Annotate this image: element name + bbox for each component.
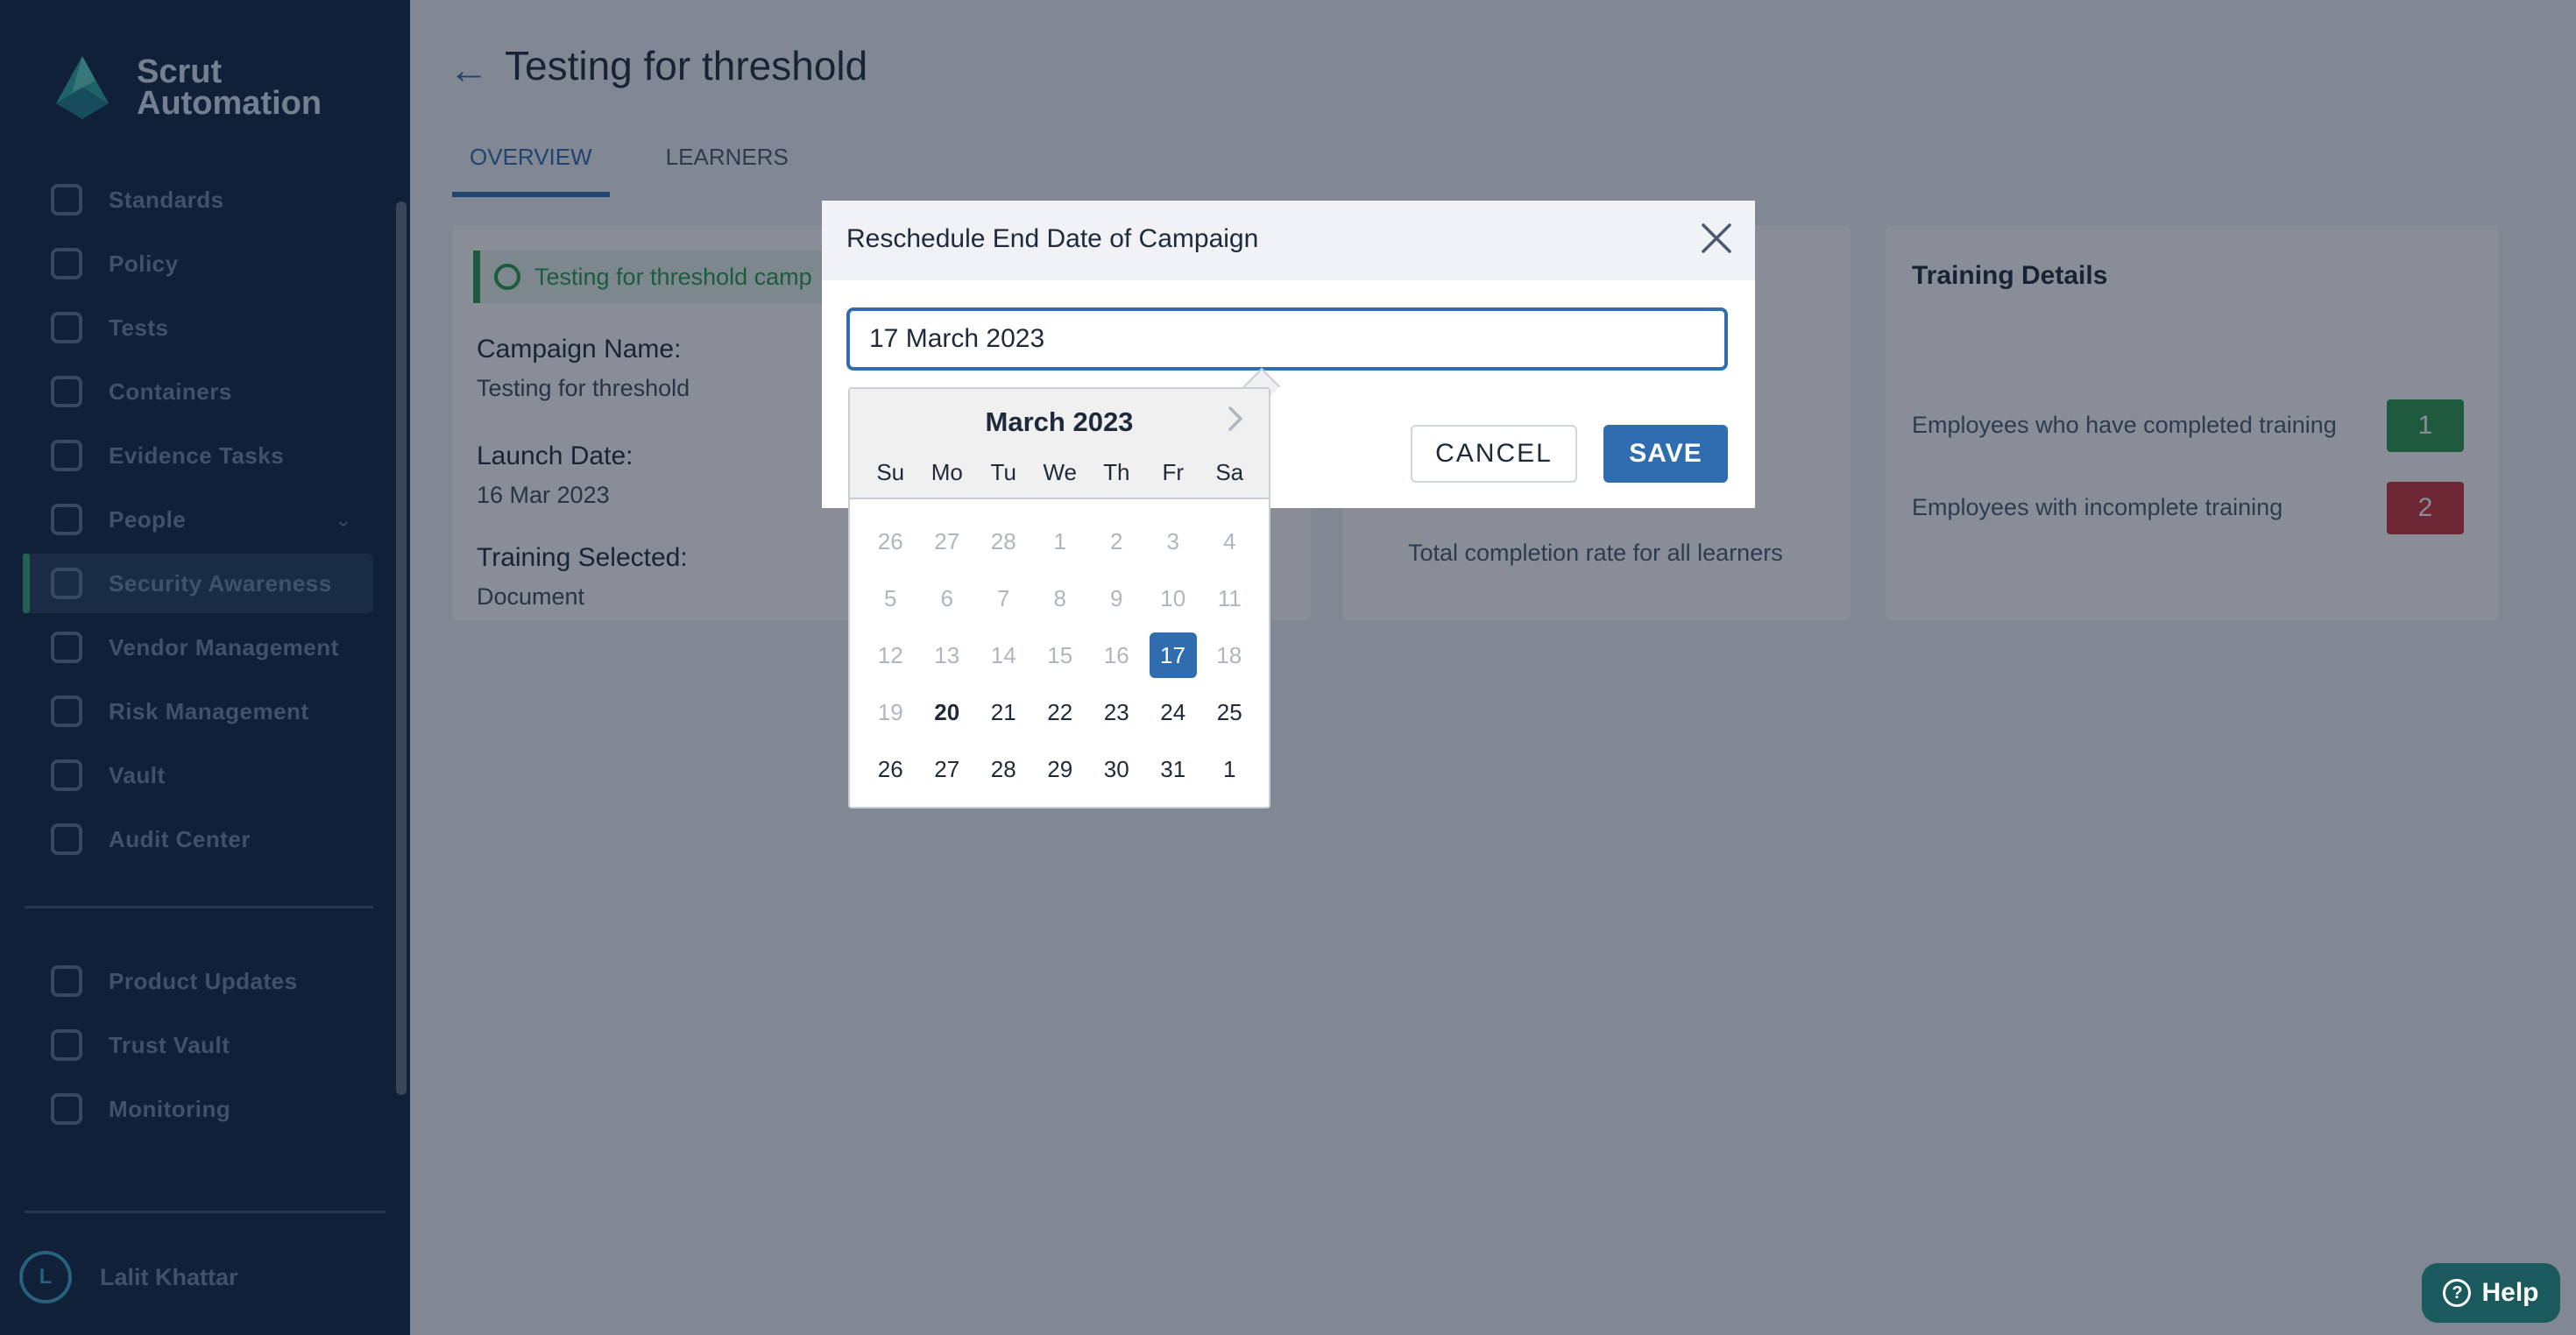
calendar-day[interactable]: 1	[1201, 746, 1258, 792]
calendar-day[interactable]: 26	[862, 746, 919, 792]
calendar-day[interactable]: 28	[975, 746, 1032, 792]
save-button[interactable]: SAVE	[1603, 425, 1728, 483]
calendar-days-grid: 26 27 28 1 2 3 4 5 6 7 8 9 10 11 12 13 1…	[862, 519, 1258, 803]
weekday-label: Sa	[1215, 459, 1244, 485]
calendar-day-disabled: 18	[1216, 641, 1242, 668]
calendar-day-disabled: 1	[1053, 527, 1066, 554]
help-button[interactable]: ? Help	[2422, 1263, 2560, 1323]
chevron-right-icon[interactable]	[1218, 401, 1253, 436]
calendar-day-disabled: 7	[997, 584, 1010, 611]
modal-header: Reschedule End Date of Campaign	[822, 201, 1755, 280]
calendar-day-disabled: 27	[934, 527, 960, 554]
calendar-day-disabled: 4	[1223, 527, 1236, 554]
calendar-day-disabled: 19	[877, 698, 903, 725]
calendar-week: 5 6 7 8 9 10 11	[862, 576, 1258, 632]
weekday-label: Th	[1103, 459, 1130, 485]
modal-title: Reschedule End Date of Campaign	[846, 224, 1259, 253]
calendar-day-disabled: 13	[934, 641, 960, 668]
date-picker-calendar: March 2023 Su Mo Tu We Th Fr Sa 26 27 28…	[848, 387, 1270, 809]
calendar-day-disabled: 8	[1053, 584, 1066, 611]
calendar-day-today[interactable]: 20	[919, 689, 976, 735]
question-icon: ?	[2443, 1279, 2472, 1307]
calendar-day-disabled: 6	[940, 584, 953, 611]
end-date-input[interactable]	[846, 307, 1728, 371]
calendar-week: 19 20 21 22 23 24 25	[862, 689, 1258, 746]
weekday-label: Su	[876, 459, 905, 485]
calendar-day[interactable]: 25	[1201, 689, 1258, 735]
calendar-week: 12 13 14 15 16 17 18	[862, 632, 1258, 689]
calendar-day[interactable]: 29	[1032, 746, 1089, 792]
calendar-day-disabled: 15	[1047, 641, 1073, 668]
help-label: Help	[2481, 1278, 2539, 1307]
cancel-button[interactable]: CANCEL	[1411, 425, 1577, 483]
calendar-day-disabled: 11	[1217, 584, 1242, 611]
calendar-day-disabled: 16	[1103, 641, 1129, 668]
calendar-day[interactable]: 31	[1145, 746, 1202, 792]
calendar-day-disabled: 9	[1110, 584, 1123, 611]
calendar-week: 26 27 28 29 30 31 1	[862, 746, 1258, 803]
calendar-day-disabled: 5	[884, 584, 897, 611]
weekday-label: Tu	[990, 459, 1016, 485]
calendar-day-disabled: 12	[877, 641, 903, 668]
calendar-day-selected[interactable]: 17	[1149, 632, 1197, 678]
calendar-day-disabled: 3	[1166, 527, 1179, 554]
calendar-day-disabled: 26	[877, 527, 903, 554]
calendar-day-disabled: 14	[990, 641, 1016, 668]
calendar-day[interactable]: 30	[1088, 746, 1145, 792]
weekday-label: We	[1043, 459, 1078, 485]
calendar-month-label: March 2023	[985, 406, 1134, 437]
calendar-day[interactable]: 21	[975, 689, 1032, 735]
weekday-label: Fr	[1162, 459, 1185, 485]
calendar-day-disabled: 2	[1110, 527, 1123, 554]
calendar-day[interactable]: 27	[919, 746, 976, 792]
weekday-label: Mo	[931, 459, 963, 485]
calendar-week: 26 27 28 1 2 3 4	[862, 519, 1258, 576]
calendar-day[interactable]: 24	[1145, 689, 1202, 735]
calendar-day[interactable]: 22	[1032, 689, 1089, 735]
weekday-header-row: Su Mo Tu We Th Fr Sa	[862, 459, 1258, 486]
calendar-header: March 2023 Su Mo Tu We Th Fr Sa	[850, 389, 1269, 499]
close-icon[interactable]	[1695, 216, 1738, 260]
calendar-day-disabled: 10	[1160, 584, 1186, 611]
calendar-day[interactable]: 23	[1088, 689, 1145, 735]
calendar-day-disabled: 28	[990, 527, 1016, 554]
